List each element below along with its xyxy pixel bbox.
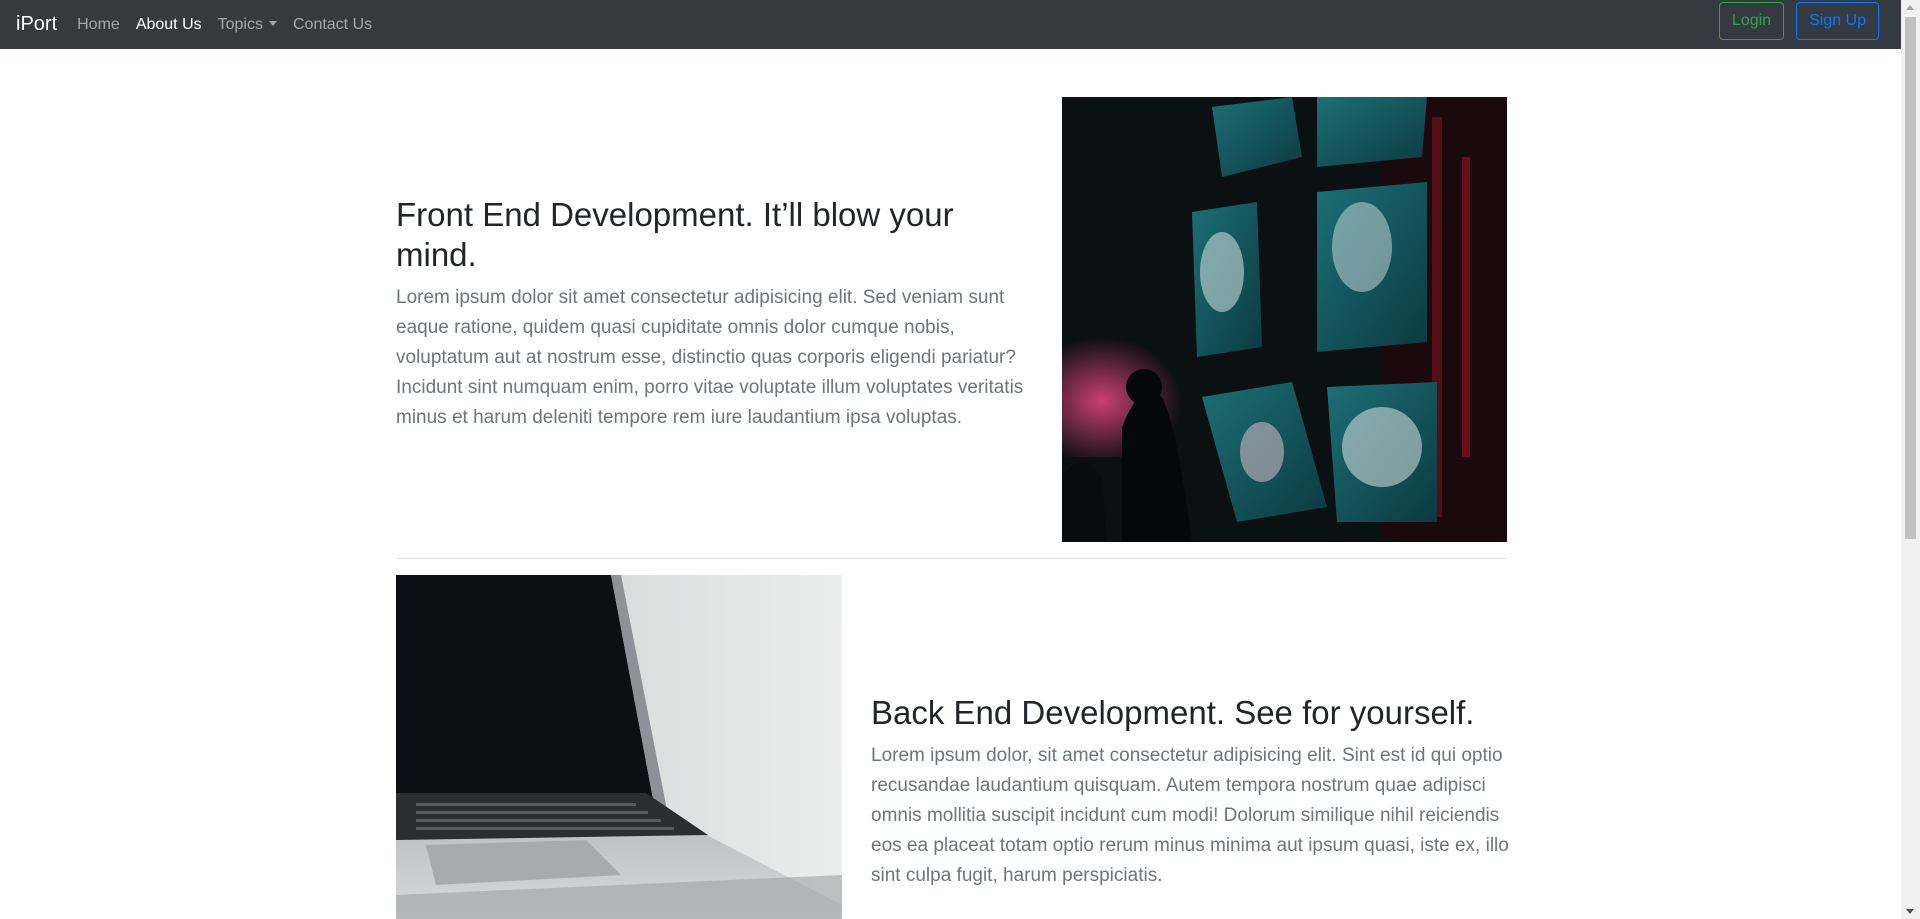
signup-button[interactable]: Sign Up	[1796, 2, 1879, 40]
auth-buttons: Login Sign Up	[1718, 2, 1879, 40]
scroll-down-icon[interactable]	[1906, 909, 1914, 914]
nav-link-home[interactable]: Home	[69, 0, 128, 49]
page-scrollbar[interactable]	[1901, 0, 1920, 919]
feature-text: Lorem ipsum dolor sit amet consectetur a…	[396, 287, 1024, 428]
monitor-wall-photo	[1062, 97, 1507, 542]
nav-dropdown-topics-label: Topics	[217, 16, 263, 33]
scroll-up-icon[interactable]	[1906, 5, 1914, 10]
nav-dropdown-topics[interactable]: Topics	[210, 0, 285, 49]
scroll-thumb[interactable]	[1905, 17, 1916, 539]
feature-back-end: Back End Development. See for yourself. …	[871, 693, 1511, 891]
front-end-image	[1062, 97, 1507, 542]
nav-link-about-us[interactable]: About Us	[128, 0, 210, 49]
laptop-photo	[396, 575, 842, 919]
section-divider	[396, 558, 1507, 559]
navbar: iPort Home About Us Topics Contact Us Lo…	[0, 0, 1901, 49]
feature-front-end: Front End Development. It’ll blow your m…	[396, 195, 1028, 433]
feature-heading: Front End Development. It’ll blow your m…	[396, 196, 954, 273]
brand-logo[interactable]: iPort	[16, 0, 57, 49]
login-button[interactable]: Login	[1718, 2, 1785, 40]
feature-heading: Back End Development. See for yourself.	[871, 694, 1475, 731]
back-end-image	[396, 575, 842, 919]
feature-text: Lorem ipsum dolor, sit amet consectetur …	[871, 745, 1509, 886]
caret-down-icon	[268, 21, 277, 26]
nav-link-contact-us[interactable]: Contact Us	[285, 0, 380, 49]
